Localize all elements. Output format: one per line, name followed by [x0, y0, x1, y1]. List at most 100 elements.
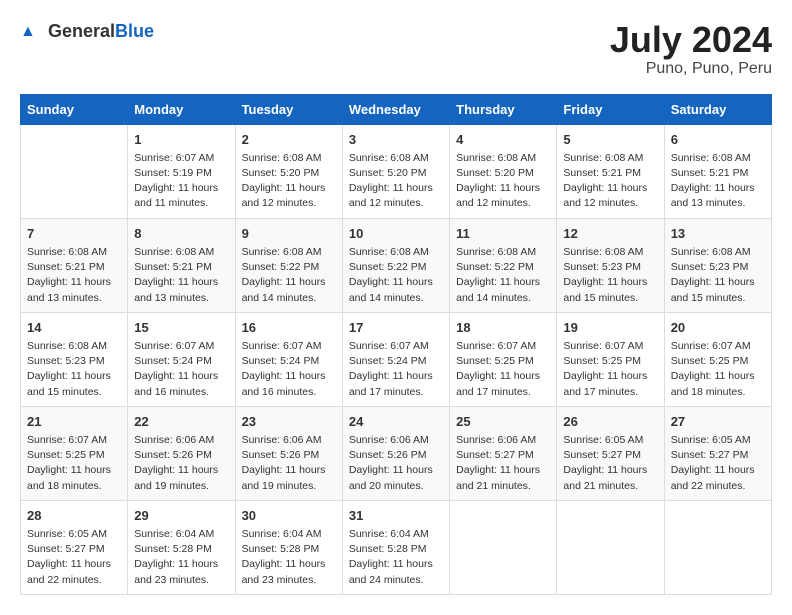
- calendar-cell: 19 Sunrise: 6:07 AMSunset: 5:25 PMDayligh…: [557, 312, 664, 406]
- calendar-cell: 24 Sunrise: 6:06 AMSunset: 5:26 PMDayligh…: [342, 406, 449, 500]
- calendar-cell: 30 Sunrise: 6:04 AMSunset: 5:28 PMDayligh…: [235, 500, 342, 594]
- month-year: July 2024: [610, 20, 772, 60]
- day-info: Sunrise: 6:06 AMSunset: 5:26 PMDaylight:…: [349, 433, 443, 494]
- day-info: Sunrise: 6:07 AMSunset: 5:24 PMDaylight:…: [349, 339, 443, 400]
- calendar-cell: 16 Sunrise: 6:07 AMSunset: 5:24 PMDayligh…: [235, 312, 342, 406]
- day-number: 10: [349, 225, 443, 243]
- calendar-cell: 22Sunrise: 6:06 AMSunset: 5:26 PMDayligh…: [128, 406, 235, 500]
- day-number: 8: [134, 225, 228, 243]
- calendar-week-row: 1 Sunrise: 6:07 AMSunset: 5:19 PMDaylight…: [21, 124, 772, 218]
- day-number: 20: [671, 319, 765, 337]
- day-info: Sunrise: 6:07 AMSunset: 5:24 PMDaylight:…: [242, 339, 336, 400]
- day-number: 29: [134, 507, 228, 525]
- calendar-cell: [557, 500, 664, 594]
- calendar-cell: [21, 124, 128, 218]
- calendar-cell: 23 Sunrise: 6:06 AMSunset: 5:26 PMDayligh…: [235, 406, 342, 500]
- calendar-cell: 26 Sunrise: 6:05 AMSunset: 5:27 PMDayligh…: [557, 406, 664, 500]
- day-number: 30: [242, 507, 336, 525]
- day-info: Sunrise: 6:07 AMSunset: 5:25 PMDaylight:…: [671, 339, 765, 400]
- day-number: 25: [456, 413, 550, 431]
- day-info: Sunrise: 6:08 AMSunset: 5:21 PMDaylight:…: [563, 151, 657, 212]
- day-number: 28: [27, 507, 121, 525]
- calendar-cell: 18 Sunrise: 6:07 AMSunset: 5:25 PMDayligh…: [450, 312, 557, 406]
- day-number: 16: [242, 319, 336, 337]
- day-info: Sunrise: 6:08 AMSunset: 5:21 PMDaylight:…: [671, 151, 765, 212]
- day-info: Sunrise: 6:08 AMSunset: 5:22 PMDaylight:…: [456, 245, 550, 306]
- day-info: Sunrise: 6:05 AMSunset: 5:27 PMDaylight:…: [27, 527, 121, 588]
- calendar-week-row: 7 Sunrise: 6:08 AMSunset: 5:21 PMDaylight…: [21, 218, 772, 312]
- calendar-week-row: 21 Sunrise: 6:07 AMSunset: 5:25 PMDayligh…: [21, 406, 772, 500]
- calendar-cell: 15 Sunrise: 6:07 AMSunset: 5:24 PMDayligh…: [128, 312, 235, 406]
- day-info: Sunrise: 6:06 AMSunset: 5:26 PMDaylight:…: [134, 433, 228, 494]
- day-info: Sunrise: 6:06 AMSunset: 5:27 PMDaylight:…: [456, 433, 550, 494]
- day-info: Sunrise: 6:08 AMSunset: 5:20 PMDaylight:…: [349, 151, 443, 212]
- calendar-cell: 11Sunrise: 6:08 AMSunset: 5:22 PMDayligh…: [450, 218, 557, 312]
- calendar-cell: 8 Sunrise: 6:08 AMSunset: 5:21 PMDaylight…: [128, 218, 235, 312]
- day-of-week-header: Tuesday: [235, 94, 342, 124]
- day-info: Sunrise: 6:08 AMSunset: 5:23 PMDaylight:…: [563, 245, 657, 306]
- day-number: 26: [563, 413, 657, 431]
- day-number: 7: [27, 225, 121, 243]
- day-number: 4: [456, 131, 550, 149]
- day-number: 12: [563, 225, 657, 243]
- location: Puno, Puno, Peru: [610, 60, 772, 78]
- day-info: Sunrise: 6:07 AMSunset: 5:19 PMDaylight:…: [134, 151, 228, 212]
- day-number: 18: [456, 319, 550, 337]
- day-info: Sunrise: 6:08 AMSunset: 5:23 PMDaylight:…: [27, 339, 121, 400]
- calendar-cell: 9 Sunrise: 6:08 AMSunset: 5:22 PMDaylight…: [235, 218, 342, 312]
- day-number: 23: [242, 413, 336, 431]
- day-number: 13: [671, 225, 765, 243]
- day-of-week-header: Sunday: [21, 94, 128, 124]
- calendar-cell: 25 Sunrise: 6:06 AMSunset: 5:27 PMDayligh…: [450, 406, 557, 500]
- calendar-cell: 14 Sunrise: 6:08 AMSunset: 5:23 PMDayligh…: [21, 312, 128, 406]
- day-number: 14: [27, 319, 121, 337]
- logo-icon: ▲: [20, 20, 44, 44]
- calendar-cell: 6Sunrise: 6:08 AMSunset: 5:21 PMDaylight…: [664, 124, 771, 218]
- calendar-cell: 7 Sunrise: 6:08 AMSunset: 5:21 PMDaylight…: [21, 218, 128, 312]
- day-info: Sunrise: 6:06 AMSunset: 5:26 PMDaylight:…: [242, 433, 336, 494]
- day-number: 15: [134, 319, 228, 337]
- calendar-cell: 5 Sunrise: 6:08 AMSunset: 5:21 PMDaylight…: [557, 124, 664, 218]
- page-header: ▲ GeneralBlue July 2024 Puno, Puno, Peru: [20, 20, 772, 78]
- calendar-week-row: 14 Sunrise: 6:08 AMSunset: 5:23 PMDayligh…: [21, 312, 772, 406]
- day-info: Sunrise: 6:07 AMSunset: 5:25 PMDaylight:…: [456, 339, 550, 400]
- day-info: Sunrise: 6:08 AMSunset: 5:20 PMDaylight:…: [242, 151, 336, 212]
- day-info: Sunrise: 6:07 AMSunset: 5:25 PMDaylight:…: [563, 339, 657, 400]
- day-number: 5: [563, 131, 657, 149]
- day-number: 9: [242, 225, 336, 243]
- day-number: 24: [349, 413, 443, 431]
- day-info: Sunrise: 6:04 AMSunset: 5:28 PMDaylight:…: [349, 527, 443, 588]
- day-number: 31: [349, 507, 443, 525]
- day-number: 17: [349, 319, 443, 337]
- day-info: Sunrise: 6:04 AMSunset: 5:28 PMDaylight:…: [242, 527, 336, 588]
- day-of-week-header: Wednesday: [342, 94, 449, 124]
- calendar-cell: [450, 500, 557, 594]
- day-info: Sunrise: 6:07 AMSunset: 5:25 PMDaylight:…: [27, 433, 121, 494]
- calendar-cell: 12 Sunrise: 6:08 AMSunset: 5:23 PMDayligh…: [557, 218, 664, 312]
- day-info: Sunrise: 6:08 AMSunset: 5:21 PMDaylight:…: [27, 245, 121, 306]
- day-info: Sunrise: 6:08 AMSunset: 5:21 PMDaylight:…: [134, 245, 228, 306]
- calendar-cell: 28 Sunrise: 6:05 AMSunset: 5:27 PMDayligh…: [21, 500, 128, 594]
- calendar-cell: 13 Sunrise: 6:08 AMSunset: 5:23 PMDayligh…: [664, 218, 771, 312]
- calendar-cell: 17 Sunrise: 6:07 AMSunset: 5:24 PMDayligh…: [342, 312, 449, 406]
- logo: ▲ GeneralBlue: [20, 20, 154, 44]
- day-number: 27: [671, 413, 765, 431]
- day-of-week-header: Thursday: [450, 94, 557, 124]
- calendar-cell: 27Sunrise: 6:05 AMSunset: 5:27 PMDayligh…: [664, 406, 771, 500]
- day-number: 1: [134, 131, 228, 149]
- day-info: Sunrise: 6:07 AMSunset: 5:24 PMDaylight:…: [134, 339, 228, 400]
- day-number: 19: [563, 319, 657, 337]
- calendar-cell: 3Sunrise: 6:08 AMSunset: 5:20 PMDaylight…: [342, 124, 449, 218]
- day-info: Sunrise: 6:08 AMSunset: 5:20 PMDaylight:…: [456, 151, 550, 212]
- day-info: Sunrise: 6:08 AMSunset: 5:22 PMDaylight:…: [242, 245, 336, 306]
- calendar-cell: 21 Sunrise: 6:07 AMSunset: 5:25 PMDayligh…: [21, 406, 128, 500]
- svg-text:▲: ▲: [20, 23, 36, 40]
- day-number: 21: [27, 413, 121, 431]
- calendar-cell: 10Sunrise: 6:08 AMSunset: 5:22 PMDayligh…: [342, 218, 449, 312]
- calendar-cell: 29Sunrise: 6:04 AMSunset: 5:28 PMDayligh…: [128, 500, 235, 594]
- title-block: July 2024 Puno, Puno, Peru: [610, 20, 772, 78]
- calendar-cell: 4 Sunrise: 6:08 AMSunset: 5:20 PMDaylight…: [450, 124, 557, 218]
- calendar-cell: 1 Sunrise: 6:07 AMSunset: 5:19 PMDaylight…: [128, 124, 235, 218]
- day-info: Sunrise: 6:05 AMSunset: 5:27 PMDaylight:…: [563, 433, 657, 494]
- day-info: Sunrise: 6:08 AMSunset: 5:23 PMDaylight:…: [671, 245, 765, 306]
